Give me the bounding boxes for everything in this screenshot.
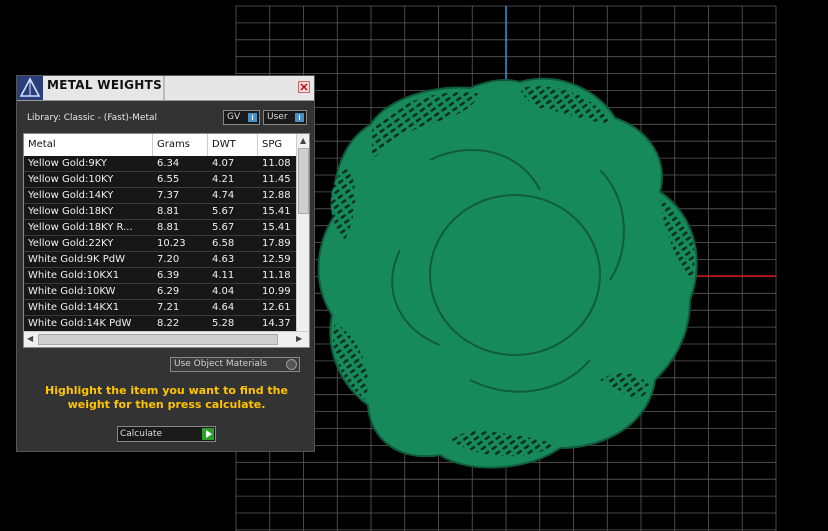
user-label: User: [267, 112, 288, 122]
dwt-cell: 5.67: [212, 222, 235, 233]
grams-cell: 6.39: [157, 270, 180, 281]
scroll-up-icon[interactable]: ▲: [300, 136, 306, 145]
table-row[interactable]: White Gold:9K PdW 7.20 4.63 12.59: [24, 252, 296, 268]
scroll-left-icon[interactable]: ◀: [27, 334, 33, 343]
use-object-materials-toggle[interactable]: Use Object Materials: [170, 357, 300, 372]
metal-cell: Yellow Gold:18KY R...: [28, 222, 133, 233]
dwt-cell: 4.07: [212, 158, 235, 169]
table-row[interactable]: Yellow Gold:10KY 6.55 4.21 11.45: [24, 172, 296, 188]
dwt-cell: 4.74: [212, 190, 235, 201]
spg-cell: 11.18: [262, 270, 291, 281]
spg-cell: 15.41: [262, 206, 291, 217]
metal-cell: White Gold:9K PdW: [28, 254, 125, 265]
gv-label: GV: [227, 112, 241, 122]
table-row[interactable]: Yellow Gold:18KY 8.81 5.67 15.41: [24, 204, 296, 220]
table-header: Metal Grams DWT SPG: [24, 134, 296, 156]
radio-indicator-icon: [286, 359, 297, 370]
metal-cell: Yellow Gold:14KY: [28, 190, 114, 201]
grams-cell: 7.37: [157, 190, 180, 201]
metal-cell: White Gold:10KX1: [28, 270, 120, 281]
grams-cell: 8.81: [157, 222, 180, 233]
grams-cell: 6.34: [157, 158, 180, 169]
scroll-right-icon[interactable]: ▶: [296, 334, 302, 343]
spg-cell: 14.37: [262, 318, 291, 329]
use-object-materials-label: Use Object Materials: [174, 359, 268, 369]
metal-cell: White Gold:14KX1: [28, 302, 120, 313]
grams-cell: 10.23: [157, 238, 186, 249]
horizontal-scrollbar[interactable]: ◀ ▶: [24, 331, 309, 347]
toggle-indicator-icon: [295, 113, 304, 122]
table-row[interactable]: White Gold:14KX1 7.21 4.64 12.61: [24, 300, 296, 316]
table-row[interactable]: Yellow Gold:14KY 7.37 4.74 12.88: [24, 188, 296, 204]
grams-cell: 8.81: [157, 206, 180, 217]
header-spg[interactable]: SPG: [258, 134, 296, 156]
spg-cell: 11.08: [262, 158, 291, 169]
table-row[interactable]: Yellow Gold:18KY R... 8.81 5.67 15.41: [24, 220, 296, 236]
panel-title: METAL WEIGHTS: [47, 78, 163, 92]
toggle-indicator-icon: [248, 113, 257, 122]
vertical-scrollbar[interactable]: ▲: [296, 134, 309, 331]
panel-titlebar[interactable]: METAL WEIGHTS: [17, 76, 314, 101]
dwt-cell: 6.58: [212, 238, 235, 249]
calculate-button[interactable]: Calculate: [117, 426, 216, 442]
table-row[interactable]: Yellow Gold:9KY 6.34 4.07 11.08: [24, 156, 296, 172]
instruction-text: Highlight the item you want to find the …: [45, 384, 288, 411]
spg-cell: 15.41: [262, 222, 291, 233]
dwt-cell: 4.04: [212, 286, 235, 297]
grams-cell: 8.22: [157, 318, 180, 329]
header-grams[interactable]: Grams: [153, 134, 208, 156]
dwt-cell: 5.28: [212, 318, 235, 329]
spg-cell: 12.61: [262, 302, 291, 313]
metal-cell: White Gold:10KW: [28, 286, 116, 297]
spg-cell: 11.45: [262, 174, 291, 185]
close-button[interactable]: [298, 81, 310, 93]
table-row[interactable]: White Gold:10KW 6.29 4.04 10.99: [24, 284, 296, 300]
metal-cell: Yellow Gold:10KY: [28, 174, 114, 185]
grams-cell: 7.21: [157, 302, 180, 313]
pendant-model[interactable]: [317, 77, 698, 469]
dwt-cell: 4.63: [212, 254, 235, 265]
grams-cell: 7.20: [157, 254, 180, 265]
grams-cell: 6.29: [157, 286, 180, 297]
metal-weights-panel: METAL WEIGHTS Library: Classic - (Fast)-…: [16, 75, 315, 452]
library-label: Library: Classic - (Fast)-Metal: [27, 113, 158, 123]
metal-cell: Yellow Gold:9KY: [28, 158, 107, 169]
table-row[interactable]: Yellow Gold:22KY 10.23 6.58 17.89: [24, 236, 296, 252]
dwt-cell: 4.21: [212, 174, 235, 185]
gv-toggle-button[interactable]: GV: [223, 110, 260, 125]
calculate-label: Calculate: [120, 429, 163, 439]
spg-cell: 17.89: [262, 238, 291, 249]
spg-cell: 12.88: [262, 190, 291, 201]
table-row[interactable]: White Gold:10KX1 6.39 4.11 11.18: [24, 268, 296, 284]
vertical-scroll-thumb[interactable]: [298, 148, 309, 214]
metal-cell: White Gold:14K PdW: [28, 318, 132, 329]
user-toggle-button[interactable]: User: [263, 110, 307, 125]
header-metal[interactable]: Metal: [24, 134, 153, 156]
table-row[interactable]: White Gold:14K PdW 8.22 5.28 14.37: [24, 316, 296, 332]
horizontal-scroll-thumb[interactable]: [38, 334, 278, 345]
header-dwt[interactable]: DWT: [208, 134, 258, 156]
dwt-cell: 4.11: [212, 270, 235, 281]
title-divider: [163, 76, 165, 100]
spg-cell: 10.99: [262, 286, 291, 297]
table-body: Yellow Gold:9KY 6.34 4.07 11.08 Yellow Gold:…: [24, 156, 296, 332]
metal-cell: Yellow Gold:22KY: [28, 238, 114, 249]
metal-table[interactable]: Metal Grams DWT SPG Yellow Gold:9KY 6.34 4…: [23, 133, 310, 348]
close-icon: [300, 83, 308, 91]
play-icon: [202, 428, 214, 440]
grams-cell: 6.55: [157, 174, 180, 185]
dwt-cell: 4.64: [212, 302, 235, 313]
app-logo-icon: [17, 76, 43, 100]
spg-cell: 12.59: [262, 254, 291, 265]
metal-cell: Yellow Gold:18KY: [28, 206, 114, 217]
dwt-cell: 5.67: [212, 206, 235, 217]
